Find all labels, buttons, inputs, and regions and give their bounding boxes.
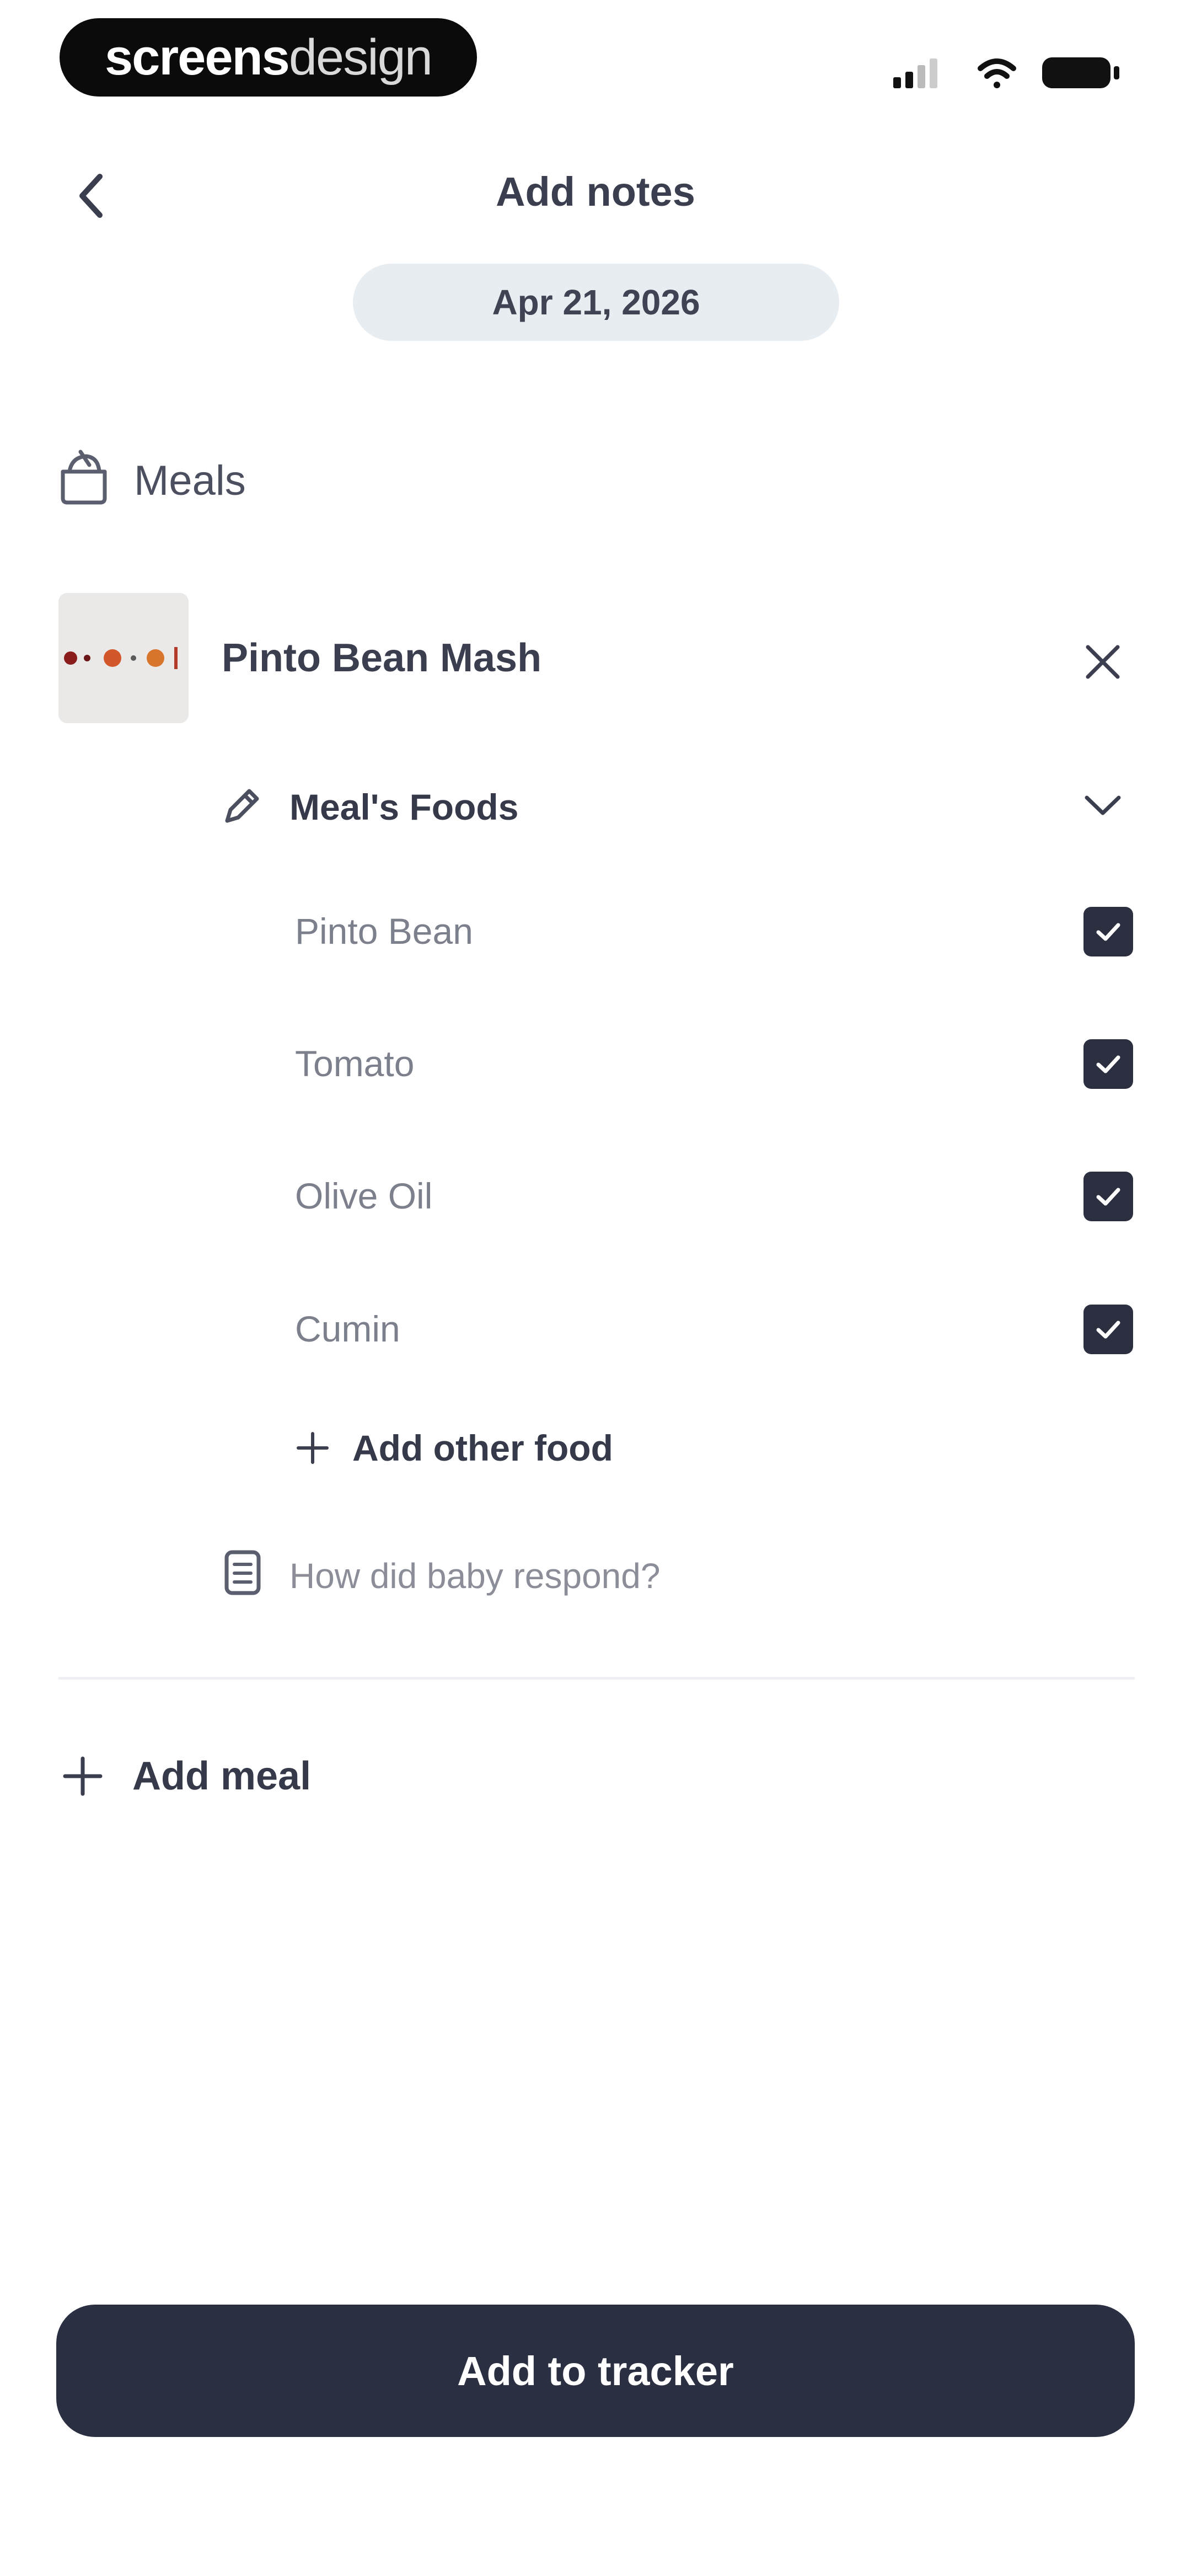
chevron-down-icon[interactable] xyxy=(1075,778,1130,833)
plus-icon xyxy=(63,1756,103,1796)
food-row[interactable]: Pinto Bean xyxy=(295,895,1133,966)
plus-icon xyxy=(297,1432,329,1464)
baby-response-field[interactable]: How did baby respond? xyxy=(289,1556,660,1596)
pencil-icon xyxy=(221,783,265,827)
meal-name: Pinto Bean Mash xyxy=(222,636,542,680)
food-label: Cumin xyxy=(295,1308,400,1349)
food-label: Olive Oil xyxy=(295,1175,433,1216)
checkmark-icon xyxy=(1096,1188,1120,1206)
add-to-tracker-button[interactable]: Add to tracker xyxy=(56,2305,1135,2437)
meal-foods-header[interactable]: Meal's Foods xyxy=(289,786,518,828)
remove-meal-button[interactable] xyxy=(1070,629,1136,695)
add-meal-button[interactable]: Add meal xyxy=(61,1749,311,1804)
status-icons xyxy=(893,49,1125,93)
meal-bowl-icon xyxy=(58,450,109,505)
meal-image xyxy=(58,593,189,723)
add-meal-label: Add meal xyxy=(132,1754,312,1798)
food-checkbox[interactable] xyxy=(1083,1305,1133,1354)
wifi-icon xyxy=(978,58,1016,88)
food-checkbox[interactable] xyxy=(1083,1039,1133,1089)
signal-icon xyxy=(893,58,937,88)
screensdesign-logo: screensdesign xyxy=(60,18,477,97)
logo-text-part1: screens xyxy=(105,29,290,85)
notes-icon xyxy=(223,1549,262,1596)
food-row[interactable]: Tomato xyxy=(295,1027,1133,1099)
date-selector[interactable]: Apr 21, 2026 xyxy=(353,264,839,341)
close-icon xyxy=(1086,645,1120,679)
page-title: Add notes xyxy=(496,169,695,215)
food-checkbox[interactable] xyxy=(1083,1172,1133,1221)
food-label: Pinto Bean xyxy=(295,911,473,952)
meals-section-label: Meals xyxy=(134,457,246,504)
section-divider xyxy=(58,1677,1135,1680)
checkmark-icon xyxy=(1096,1055,1120,1073)
food-label: Tomato xyxy=(295,1043,415,1084)
food-checkbox[interactable] xyxy=(1083,907,1133,956)
food-row[interactable]: Olive Oil xyxy=(295,1159,1133,1231)
checkmark-icon xyxy=(1096,923,1120,941)
food-row[interactable]: Cumin xyxy=(295,1292,1133,1364)
logo-text-part2: design xyxy=(288,29,433,85)
add-other-food-label: Add other food xyxy=(352,1428,613,1468)
checkmark-icon xyxy=(1096,1321,1120,1339)
battery-icon xyxy=(1042,57,1119,88)
add-other-food-button[interactable]: Add other food xyxy=(295,1420,613,1476)
